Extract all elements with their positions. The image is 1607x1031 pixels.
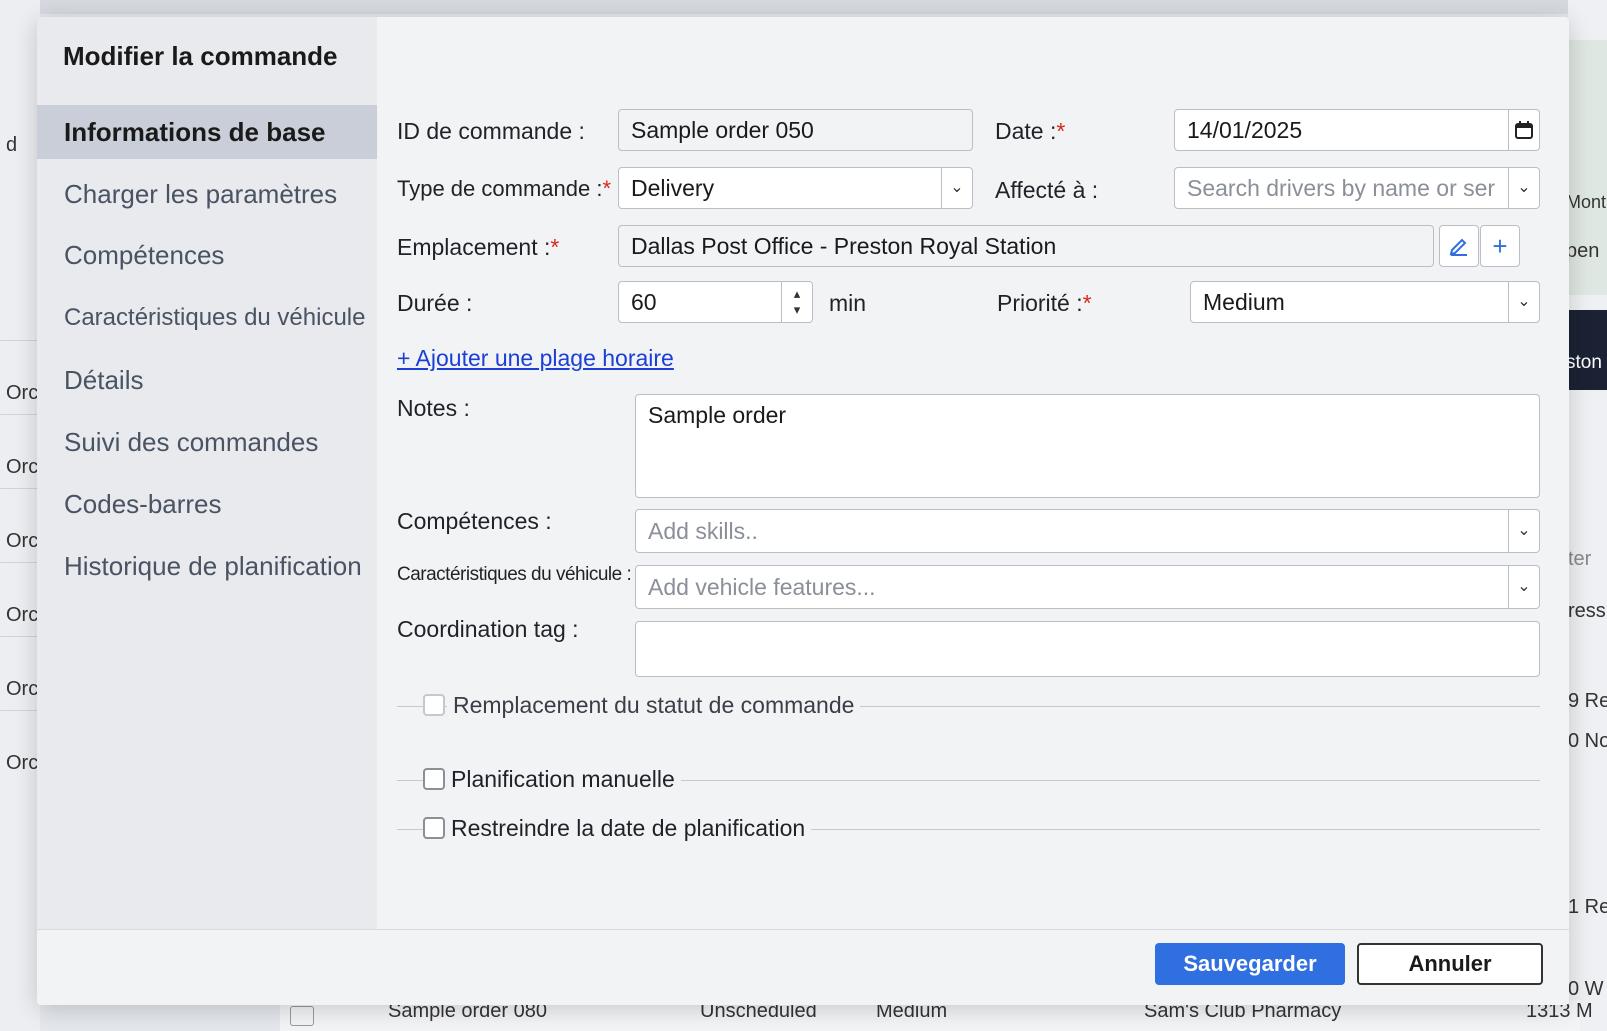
status-override-label: Remplacement du statut de commande xyxy=(447,692,861,719)
background-fragment: d xyxy=(6,134,18,156)
edit-order-dialog: Modifier la commande Informations de bas… xyxy=(37,17,1569,1005)
chevron-down-icon: ⌄ xyxy=(1508,168,1539,208)
assigned-driver-select[interactable]: Search drivers by name or ser ⌄ xyxy=(1174,167,1540,209)
manual-planning-section: Planification manuelle xyxy=(397,765,1540,795)
chevron-down-icon: ⌄ xyxy=(1508,282,1539,322)
skills-label: Compétences : xyxy=(397,508,552,534)
nav-item-load-params[interactable]: Charger les paramètres xyxy=(37,167,377,221)
duration-unit: min xyxy=(829,290,867,316)
edit-location-button[interactable] xyxy=(1439,225,1479,267)
background-fragment: Orc xyxy=(6,678,39,700)
coordination-tag-input[interactable] xyxy=(635,621,1540,677)
nav-item-basic-info[interactable]: Informations de base xyxy=(37,105,377,159)
save-button[interactable]: Sauvegarder xyxy=(1155,943,1345,985)
background-fragment: Orc xyxy=(6,382,39,404)
cancel-button[interactable]: Annuler xyxy=(1357,943,1543,985)
location-field[interactable]: Dallas Post Office - Preston Royal Stati… xyxy=(618,225,1434,267)
dialog-sidebar: Modifier la commande Informations de bas… xyxy=(37,17,377,929)
duration-stepper[interactable]: 60 ▴ ▾ xyxy=(618,281,813,323)
nav-item-skills[interactable]: Compétences xyxy=(37,228,377,282)
order-type-select[interactable]: Delivery ⌄ xyxy=(618,167,973,209)
priority-label: Priorité :* xyxy=(997,290,1092,316)
chevron-down-icon: ⌄ xyxy=(1508,566,1539,608)
background-top-bar xyxy=(0,0,1607,14)
assigned-to-label: Affecté à : xyxy=(995,177,1099,203)
priority-select[interactable]: Medium ⌄ xyxy=(1190,281,1540,323)
nav-item-planning-history[interactable]: Historique de planification xyxy=(37,539,377,593)
stepper-arrows-icon[interactable]: ▴ ▾ xyxy=(781,282,812,322)
vehicle-features-label: Caractéristiques du véhicule : xyxy=(397,564,632,585)
order-type-label: Type de commande :* xyxy=(397,176,612,201)
date-label: Date :* xyxy=(995,118,1066,144)
background-fragment: Orc xyxy=(6,456,39,478)
nav-item-vehicle-features[interactable]: Caractéristiques du véhicule xyxy=(37,291,377,345)
location-label: Emplacement :* xyxy=(397,234,560,260)
date-value: 14/01/2025 xyxy=(1187,117,1303,143)
notes-label: Notes : xyxy=(397,395,470,421)
date-field[interactable]: 14/01/2025 xyxy=(1174,109,1540,151)
restrict-date-label: Restreindre la date de planification xyxy=(445,815,812,842)
restrict-date-section: Restreindre la date de planification xyxy=(397,814,1540,844)
coordination-tag-label: Coordination tag : xyxy=(397,616,579,642)
pencil-icon xyxy=(1449,238,1467,256)
background-dark-card: ston xyxy=(1568,310,1607,390)
chevron-down-icon: ⌄ xyxy=(1508,510,1539,552)
background-fragment: Orc xyxy=(6,604,39,626)
background-map: Mont pen xyxy=(1568,40,1607,295)
add-time-window-link[interactable]: + Ajouter une plage horaire xyxy=(397,345,674,372)
notes-textarea[interactable]: Sample order xyxy=(635,394,1540,498)
vehicle-features-select[interactable]: Add vehicle features... ⌄ xyxy=(635,565,1540,609)
manual-planning-checkbox[interactable] xyxy=(423,768,445,790)
nav-item-barcodes[interactable]: Codes-barres xyxy=(37,477,377,531)
background-right-panel: Mont pen ston ter ress 9 Re 0 No 1 Re 0 … xyxy=(1568,0,1607,1031)
dialog-title: Modifier la commande xyxy=(63,41,338,71)
add-location-button[interactable]: + xyxy=(1480,225,1520,267)
manual-planning-label: Planification manuelle xyxy=(445,766,681,793)
chevron-down-icon: ⌄ xyxy=(941,168,972,208)
calendar-icon[interactable] xyxy=(1508,110,1539,150)
duration-label: Durée : xyxy=(397,290,473,316)
plus-icon: + xyxy=(1492,230,1508,261)
background-left-list: d Orc Orc Orc Orc Orc Orc xyxy=(0,0,40,1031)
restrict-date-checkbox[interactable] xyxy=(423,817,445,839)
order-id-label: ID de commande : xyxy=(397,118,585,144)
status-override-section: Remplacement du statut de commande xyxy=(397,691,1540,721)
status-override-checkbox[interactable] xyxy=(423,694,445,716)
dialog-footer: Sauvegarder Annuler xyxy=(37,929,1569,1005)
nav-item-order-tracking[interactable]: Suivi des commandes xyxy=(37,415,377,469)
order-id-field[interactable]: Sample order 050 xyxy=(618,109,973,151)
background-fragment: Orc xyxy=(6,530,39,552)
background-fragment: Orc xyxy=(6,752,39,774)
nav-item-details[interactable]: Détails xyxy=(37,353,377,407)
row-checkbox[interactable] xyxy=(290,1006,314,1026)
skills-select[interactable]: Add skills.. ⌄ xyxy=(635,509,1540,553)
